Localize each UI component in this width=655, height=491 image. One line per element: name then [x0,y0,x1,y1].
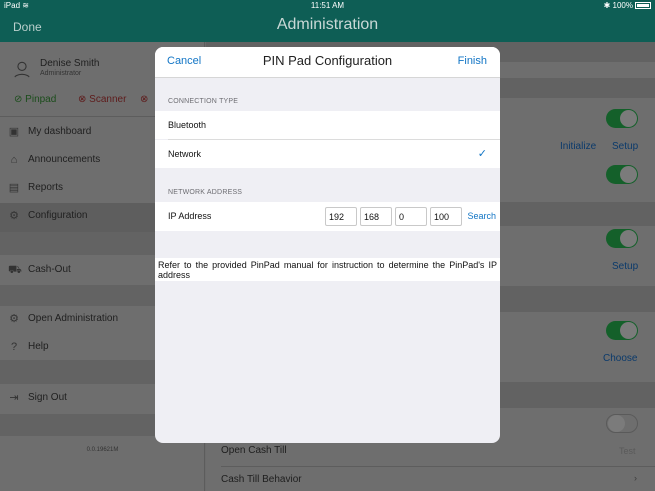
configuration-icon: ⚙ [9,210,19,222]
status-bar: iPad ≋ 11:51 AM ✱ 100% [0,0,655,12]
cash-till-behavior-label[interactable]: Cash Till Behavior [221,474,302,485]
ip-octet-2-input[interactable]: 168 [360,207,392,226]
test-button[interactable]: Test [619,446,636,456]
ip-octet-1-input[interactable]: 192 [325,207,357,226]
connection-option-bluetooth[interactable]: Bluetooth [155,111,500,139]
connection-type-header: CONNECTION TYPE [168,98,239,105]
reports-icon: ▤ [8,182,20,194]
toggle-switch[interactable] [606,321,638,340]
ip-octet-4-input[interactable]: 100 [430,207,462,226]
sidebar-item-label: Announcements [28,154,101,165]
finish-button[interactable]: Finish [458,55,487,67]
device-status[interactable]: ⊗ [140,94,148,105]
scanner-status[interactable]: ⊗ Scanner [78,94,126,105]
sidebar-item-label: Open Administration [28,313,119,324]
status-time: 11:51 AM [310,1,345,10]
divider [221,466,655,467]
choose-button[interactable]: Choose [603,353,637,364]
dialog-title: PIN Pad Configuration [262,53,393,68]
search-button[interactable]: Search [467,211,496,221]
setup-button[interactable]: Setup [612,141,638,152]
dialog-header: Cancel PIN Pad Configuration Finish [155,47,500,78]
toggle-switch[interactable] [606,165,638,184]
user-name: Denise Smith [40,58,100,69]
checkmark-icon: ✓ [477,148,487,160]
network-address-header: NETWORK ADDRESS [168,189,243,196]
announcements-icon: ⌂ [10,154,18,166]
toggle-switch[interactable] [606,109,638,128]
initialize-button[interactable]: Initialize [560,141,596,152]
ip-octet-3-input[interactable]: 0 [395,207,427,226]
option-label: Bluetooth [168,120,207,130]
user-role: Administrator [40,70,82,77]
toggle-switch[interactable] [606,414,638,433]
bluetooth-icon: ✱ [603,1,611,10]
ip-address-label: IP Address [168,211,212,221]
sidebar-item-label: My dashboard [28,126,92,137]
toggle-switch[interactable] [606,229,638,248]
page-title: Administration [276,16,379,33]
connection-option-network[interactable]: Network ✓ [155,140,500,168]
open-cash-till-label: Open Cash Till [221,445,287,456]
cash-out-icon: ⛟ [8,264,22,276]
avatar-icon [13,61,31,80]
battery-status: ✱ 100% [604,1,651,10]
gear-icon: ⚙ [9,313,19,325]
setup-button[interactable]: Setup [612,261,638,272]
sidebar-item-label: Help [28,341,49,352]
ip-address-row: IP Address 192 168 0 100 Search [155,202,500,231]
sidebar-item-label: Configuration [28,210,88,221]
nav-bar: Done Administration [0,12,655,42]
sign-out-icon: ⇥ [9,392,19,404]
error-circle-icon: ⊗ [78,94,87,105]
option-label: Network [168,149,202,159]
help-icon: ? [10,341,18,353]
instruction-note: Refer to the provided PinPad manual for … [155,258,500,281]
battery-icon [635,2,651,9]
check-circle-icon: ⊘ [14,94,23,105]
app-version: 0.0.19621M [86,447,119,453]
sidebar-item-label: Reports [28,182,64,193]
dashboard-icon: ▣ [8,126,20,138]
pinpad-status[interactable]: ⊘ Pinpad [14,94,56,105]
pin-pad-configuration-dialog: Cancel PIN Pad Configuration Finish CONN… [155,47,500,443]
sidebar-item-label: Sign Out [28,392,67,403]
sidebar-item-label: Cash-Out [28,264,71,275]
error-circle-icon: ⊗ [140,94,149,105]
chevron-right-icon: › [634,473,637,483]
